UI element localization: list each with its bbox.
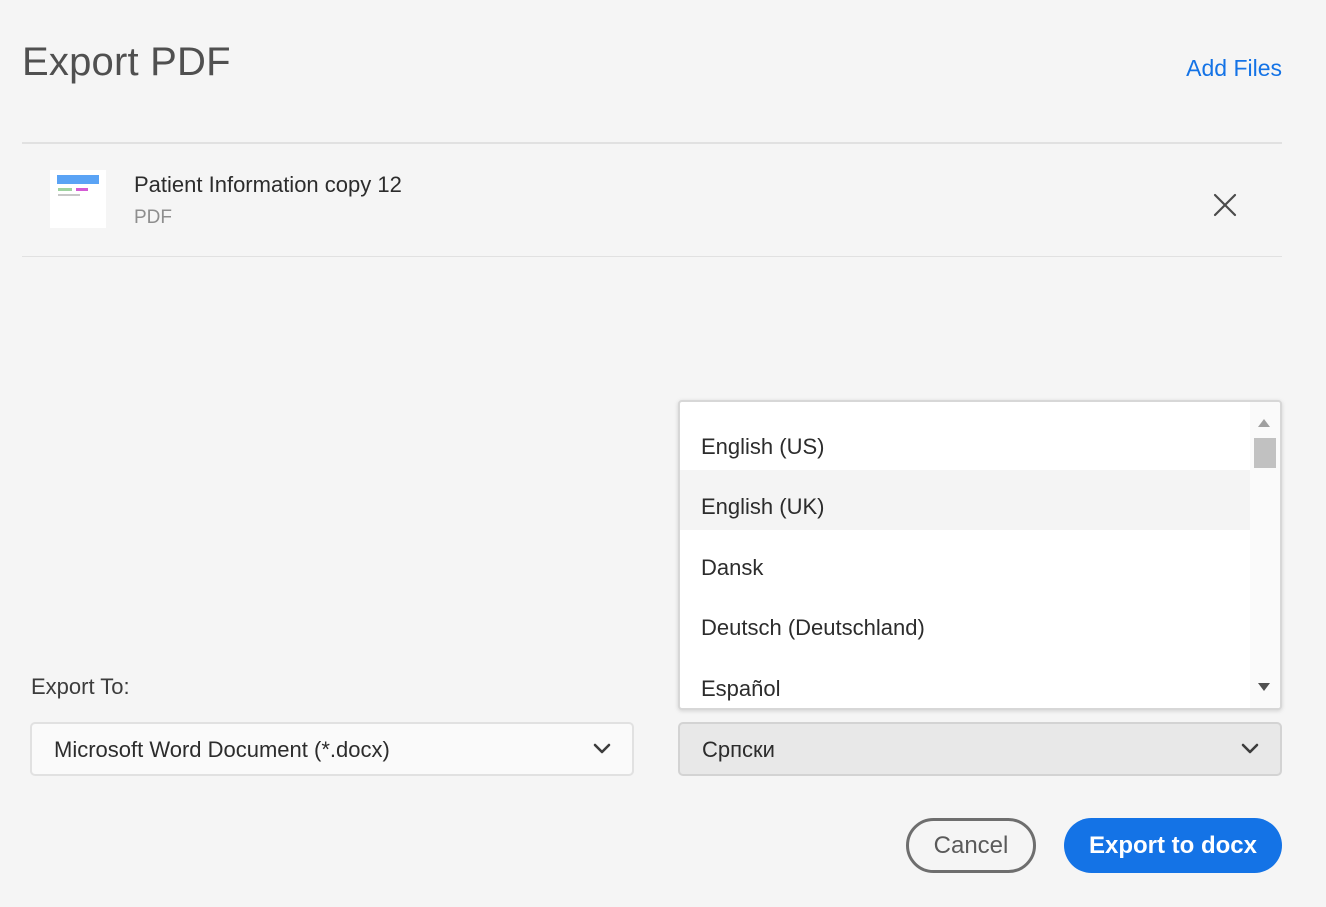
export-pdf-dialog: Export PDF Add Files Patient Information… (0, 0, 1326, 907)
language-select-value: Српски (702, 737, 775, 762)
file-thumbnail (50, 170, 106, 228)
chevron-down-icon (593, 743, 611, 754)
language-option[interactable]: English (US) (680, 410, 1252, 470)
format-select[interactable]: Microsoft Word Document (*.docx) (30, 722, 634, 776)
scroll-thumb[interactable] (1254, 438, 1276, 468)
scroll-up-arrow[interactable] (1257, 418, 1271, 428)
file-name: Patient Information copy 12 (134, 172, 402, 197)
language-option-label: Deutsch (Deutschland) (701, 615, 925, 640)
language-select[interactable]: Српски (678, 722, 1282, 776)
cancel-button[interactable]: Cancel (906, 818, 1036, 873)
language-option-label: Español (701, 676, 781, 701)
close-icon (1213, 193, 1237, 217)
export-to-label: Export To: (31, 674, 130, 699)
language-listbox[interactable]: English (US) English (UK) Dansk Deutsch … (678, 400, 1282, 710)
page-title: Export PDF (22, 40, 231, 84)
file-type: PDF (134, 207, 172, 228)
language-option-label: Dansk (701, 555, 764, 580)
listbox-scrollbar[interactable] (1250, 402, 1280, 708)
language-option[interactable]: Dansk (680, 531, 1252, 591)
language-option[interactable]: Español (680, 652, 1252, 708)
language-option[interactable]: English (UK) (680, 470, 1252, 530)
scroll-down-arrow[interactable] (1257, 682, 1271, 692)
language-option[interactable]: Deutsch (Deutschland) (680, 591, 1252, 651)
divider (22, 256, 1282, 257)
export-button[interactable]: Export to docx (1064, 818, 1282, 873)
divider (22, 142, 1282, 144)
remove-file-button[interactable] (1210, 190, 1240, 220)
chevron-down-icon (1241, 743, 1259, 754)
format-select-value: Microsoft Word Document (*.docx) (54, 737, 390, 762)
language-option-label: English (UK) (701, 494, 825, 519)
language-option-label: English (US) (701, 434, 825, 459)
add-files-link[interactable]: Add Files (1186, 55, 1282, 82)
